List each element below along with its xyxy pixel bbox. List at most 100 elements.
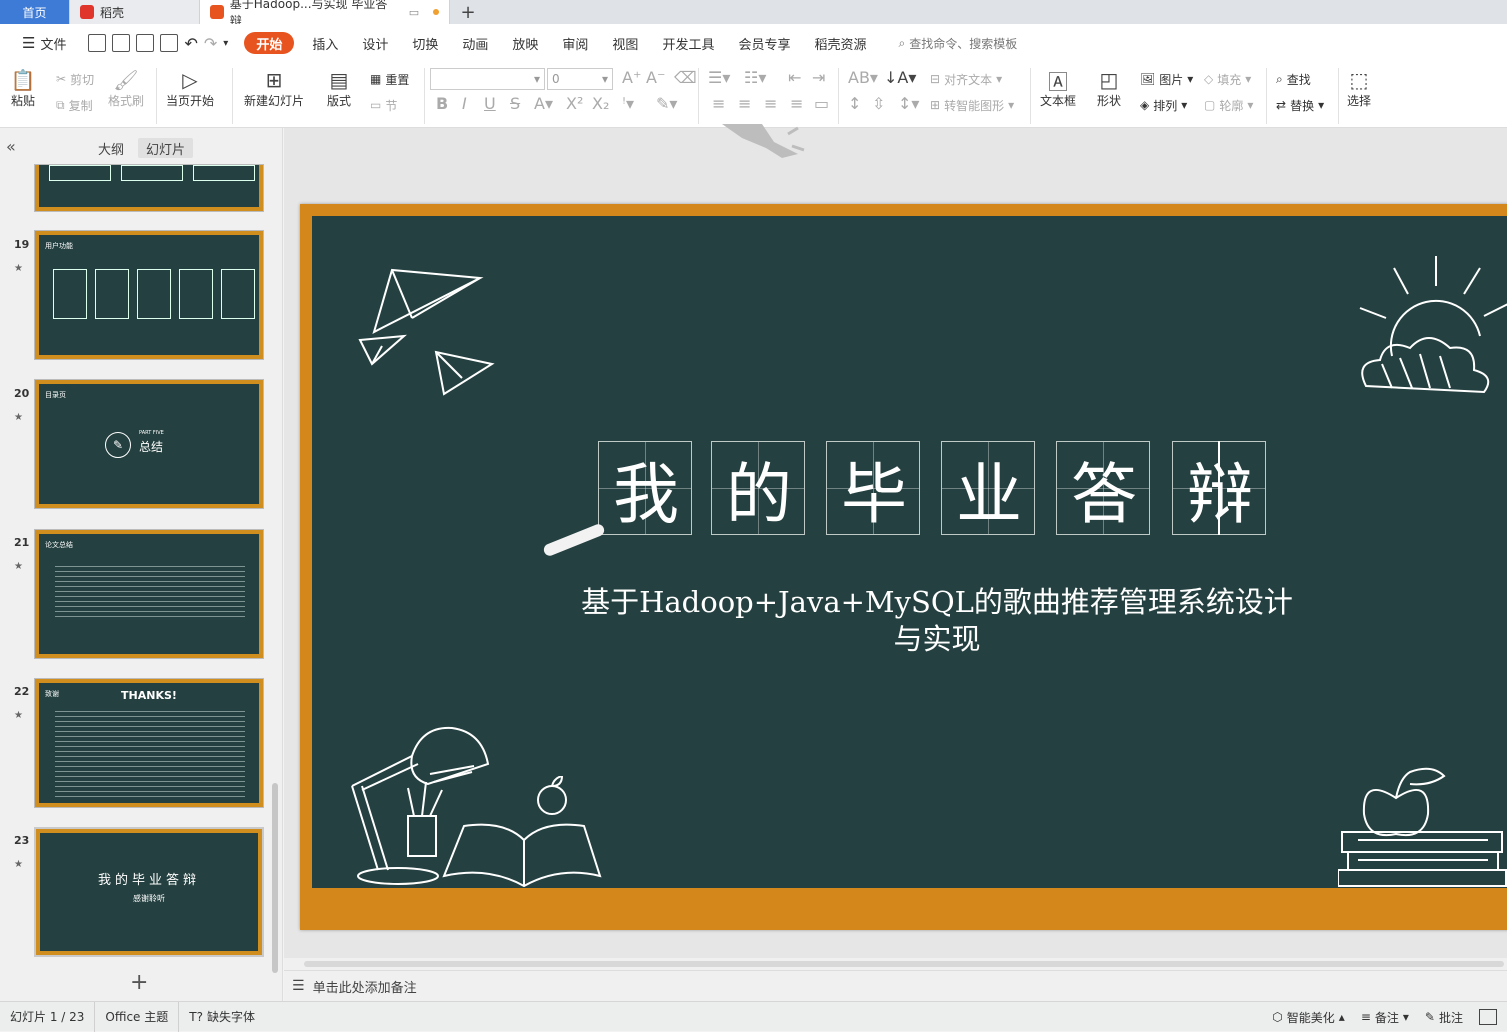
chevron-down-icon[interactable]: ▾ — [223, 38, 228, 49]
notes-pane[interactable]: ☰ 单击此处添加备注 — [284, 970, 1507, 1001]
title-char: 业 — [956, 456, 1022, 533]
new-slide-button[interactable]: ⊞ 新建幻灯片 — [244, 68, 304, 109]
font-size-select[interactable]: 0 ▾ — [547, 68, 613, 90]
numbered-list-icon[interactable]: ☷▾ — [744, 68, 766, 87]
menu-item-insert[interactable]: 插入 — [300, 32, 350, 54]
layout-button[interactable]: ▤ 版式 — [326, 68, 352, 109]
menu-item-start[interactable]: 开始 — [244, 32, 295, 54]
missing-font-button[interactable]: T? 缺失字体 — [179, 1002, 265, 1032]
copy-button[interactable]: ⧉ 复制 — [56, 94, 93, 116]
thumbnail-scrollbar[interactable] — [272, 168, 278, 973]
menu-item-member[interactable]: 会员专享 — [726, 32, 802, 54]
menu-item-design[interactable]: 设计 — [350, 32, 400, 54]
spacing-menu-icon[interactable]: ↕▾ — [898, 94, 919, 113]
thumb-center-text: 总结 — [139, 440, 164, 454]
align-right-icon[interactable]: ≡ — [764, 94, 777, 113]
decrease-indent-icon[interactable]: ⇤ — [788, 68, 801, 87]
file-menu[interactable]: ☰ 文件 — [10, 32, 78, 54]
thumb-small-text: PART FIVE — [139, 430, 164, 436]
section-button[interactable]: ▭ 节 — [370, 94, 397, 116]
increase-font-icon[interactable]: A⁺ — [622, 68, 641, 87]
cut-button[interactable]: ✂ 剪切 — [56, 68, 94, 90]
superscript-icon[interactable]: X² — [566, 94, 583, 113]
picture-button[interactable]: 🖼 图片 ▾ — [1140, 68, 1193, 90]
format-painter-button[interactable]: 🖌 格式刷 — [108, 68, 144, 109]
menu-item-view[interactable]: 视图 — [600, 32, 650, 54]
collapse-panel-icon[interactable]: « — [6, 137, 16, 156]
menu-item-transition[interactable]: 切换 — [400, 32, 450, 54]
menu-item-review[interactable]: 审阅 — [550, 32, 600, 54]
command-search[interactable]: ⌕ 查找命令、搜索模板 — [898, 35, 1017, 52]
undo-icon[interactable]: ↶ — [184, 34, 197, 53]
slide-thumbnail-21[interactable]: 论文总结 — [34, 529, 264, 659]
justify-icon[interactable]: ≡ — [790, 94, 803, 113]
normal-view-icon[interactable] — [1479, 1009, 1497, 1025]
export-pdf-icon[interactable] — [112, 34, 131, 52]
font-family-select[interactable]: ▾ — [430, 68, 545, 90]
theme-name[interactable]: Office 主题 — [95, 1001, 180, 1032]
scrollbar-thumb[interactable] — [304, 961, 1504, 967]
comments-button[interactable]: ✎ 批注 — [1425, 1009, 1463, 1026]
italic-icon[interactable]: I — [462, 94, 467, 113]
beautify-button[interactable]: ⬡ 智能美化 ▴ — [1272, 1009, 1345, 1026]
text-direction-icon[interactable]: ↓A▾ — [884, 68, 916, 87]
tab-home[interactable]: 首页 — [0, 0, 70, 24]
select-button[interactable]: ⬚ 选择 — [1346, 68, 1372, 109]
distribute-icon[interactable]: ▭ — [814, 94, 829, 113]
highlight-icon[interactable]: ✎▾ — [656, 94, 677, 113]
strikethrough-icon[interactable]: S — [510, 94, 520, 113]
current-slide[interactable]: 我 的 毕 业 答 辩 基于Hadoop+Java+MySQL的歌曲推荐管理系统… — [300, 204, 1507, 930]
increase-indent-icon[interactable]: ⇥ — [812, 68, 825, 87]
tab-docer[interactable]: 稻壳 — [70, 0, 200, 24]
bullet-list-icon[interactable]: ☰▾ — [708, 68, 730, 87]
tab-slides[interactable]: 幻灯片 — [138, 138, 194, 158]
char-spacing-icon[interactable]: AB▾ — [848, 68, 878, 87]
slide-thumbnail-19[interactable]: 用户功能 — [34, 230, 264, 360]
clear-format-icon[interactable]: ⌫ — [674, 68, 697, 87]
textbox-button[interactable]: 🄰 文本框 — [1040, 68, 1076, 109]
outline-button[interactable]: ▢ 轮廓 ▾ — [1204, 94, 1253, 116]
menu-item-developer[interactable]: 开发工具 — [650, 32, 726, 54]
slide-thumbnail-22[interactable]: 致谢 THANKS! — [34, 678, 264, 808]
arrange-button[interactable]: ◈ 排列 ▾ — [1140, 94, 1187, 116]
replace-button[interactable]: ⇄ 替换 ▾ — [1276, 94, 1324, 116]
shape-button[interactable]: ◰ 形状 — [1096, 68, 1122, 109]
paste-button[interactable]: 📋 粘贴 — [10, 68, 36, 109]
slide-subtitle[interactable]: 基于Hadoop+Java+MySQL的歌曲推荐管理系统设计 与实现 — [562, 584, 1312, 658]
new-tab-button[interactable]: + — [450, 0, 486, 24]
underline-icon[interactable]: U — [484, 94, 496, 113]
notes-toggle-button[interactable]: ≡ 备注 ▾ — [1361, 1009, 1409, 1026]
fill-button[interactable]: ◇ 填充 ▾ — [1204, 68, 1251, 90]
redo-icon[interactable]: ↷ — [204, 34, 217, 53]
menu-item-docer-resources[interactable]: 稻壳资源 — [802, 32, 878, 54]
print-preview-icon[interactable] — [160, 34, 179, 52]
decrease-font-icon[interactable]: A⁻ — [646, 68, 665, 87]
tab-active-document[interactable]: 基于Hadoop...与实现 毕业答辩 ▭ — [200, 0, 450, 28]
horizontal-scrollbar[interactable] — [284, 958, 1507, 970]
slide-thumbnail-20[interactable]: 目录页 ✎ PART FIVE 总结 — [34, 379, 264, 509]
slide-thumbnail-18[interactable] — [34, 164, 264, 212]
phonetic-icon[interactable]: ꜝ▾ — [622, 94, 634, 113]
play-from-current-button[interactable]: ▷ 当页开始 — [166, 68, 214, 109]
status-bar: 幻灯片 1 / 23 Office 主题 T? 缺失字体 ⬡ 智能美化 ▴ ≡ 备注 ▾ … — [0, 1001, 1507, 1032]
find-button[interactable]: ⌕ 查找 — [1276, 68, 1311, 90]
print-icon[interactable] — [136, 34, 155, 52]
subscript-icon[interactable]: X₂ — [592, 94, 609, 113]
paragraph-spacing-icon[interactable]: ⇳ — [872, 94, 885, 113]
reset-button[interactable]: ▦ 重置 — [370, 68, 409, 90]
scrollbar-thumb[interactable] — [272, 783, 278, 973]
slide-thumbnail-23[interactable]: 我的毕业答辩 感谢聆听 — [34, 827, 264, 957]
align-center-icon[interactable]: ≡ — [738, 94, 751, 113]
add-slide-button[interactable]: + — [130, 970, 148, 995]
textbox-label: 文本框 — [1040, 94, 1077, 108]
font-color-icon[interactable]: A▾ — [534, 94, 553, 113]
save-icon[interactable] — [88, 34, 107, 52]
smart-shape-button[interactable]: ⊞ 转智能图形 ▾ — [930, 94, 1014, 116]
align-left-icon[interactable]: ≡ — [712, 94, 725, 113]
menu-item-animation[interactable]: 动画 — [450, 32, 500, 54]
menu-item-slideshow[interactable]: 放映 — [500, 32, 550, 54]
align-text-button[interactable]: ⊟ 对齐文本 ▾ — [930, 68, 1002, 90]
tab-outline[interactable]: 大纲 — [90, 138, 132, 158]
line-spacing-icon[interactable]: ↕ — [848, 94, 861, 113]
bold-icon[interactable]: B — [436, 94, 448, 113]
